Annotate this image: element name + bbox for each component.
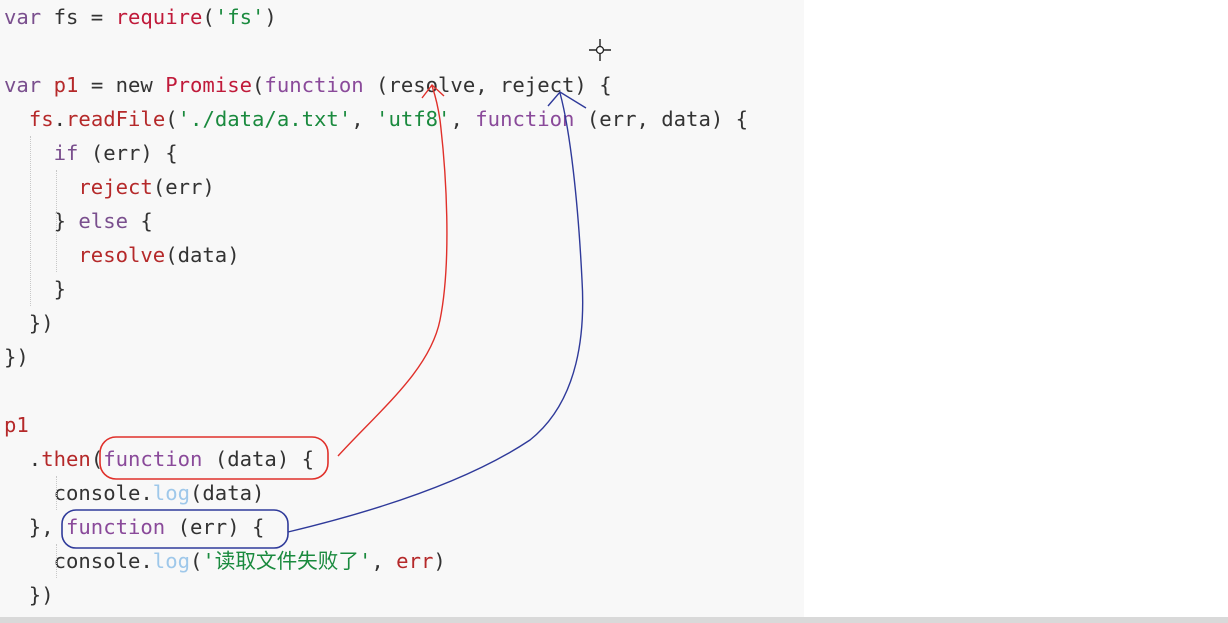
code-token: console. bbox=[4, 549, 153, 573]
code-editor[interactable]: var fs = require('fs') var p1 = new Prom… bbox=[0, 0, 804, 617]
code-line[interactable]: reject(err) bbox=[4, 170, 748, 204]
code-token: '读取文件失败了' bbox=[202, 549, 372, 573]
code-line[interactable]: console.log('读取文件失败了', err) bbox=[4, 544, 748, 578]
code-token: (err) bbox=[152, 175, 215, 199]
code-token: { bbox=[128, 209, 153, 233]
code-line[interactable] bbox=[4, 374, 748, 408]
indent-guide bbox=[30, 136, 31, 306]
code-token: else bbox=[78, 209, 129, 233]
code-token: ( bbox=[90, 447, 104, 471]
code-line[interactable]: .then(function (data) { bbox=[4, 442, 748, 476]
code-token: log bbox=[152, 549, 190, 573]
blank-area bbox=[804, 0, 1228, 617]
code-block[interactable]: var fs = require('fs') var p1 = new Prom… bbox=[4, 0, 748, 612]
code-token: then bbox=[41, 447, 91, 471]
code-line[interactable]: fs.readFile('./data/a.txt', 'utf8', func… bbox=[4, 102, 748, 136]
code-token: fs bbox=[28, 107, 54, 131]
code-line[interactable]: } bbox=[4, 272, 748, 306]
code-token: function bbox=[264, 73, 364, 97]
indent-guide bbox=[56, 170, 57, 272]
code-line[interactable]: var fs = require('fs') bbox=[4, 0, 748, 34]
code-token: readFile bbox=[66, 107, 166, 131]
code-token: }, bbox=[4, 515, 66, 539]
horizontal-scrollbar[interactable] bbox=[0, 617, 1228, 623]
code-line[interactable]: p1 bbox=[4, 408, 748, 442]
code-token: = new bbox=[78, 73, 166, 97]
code-token: ( bbox=[190, 549, 203, 573]
code-line[interactable]: if (err) { bbox=[4, 136, 748, 170]
code-token: if bbox=[53, 141, 79, 165]
code-token: (data) { bbox=[202, 447, 315, 471]
code-token: function bbox=[66, 515, 166, 539]
code-token: (resolve, reject) { bbox=[363, 73, 612, 97]
code-token: ( bbox=[202, 5, 215, 29]
code-token: (data) bbox=[190, 481, 265, 505]
code-token: (data) bbox=[165, 243, 240, 267]
code-line[interactable]: }, function (err) { bbox=[4, 510, 748, 544]
code-token: p1 bbox=[53, 73, 79, 97]
code-line[interactable]: }) bbox=[4, 306, 748, 340]
code-token: fs = bbox=[41, 5, 116, 29]
code-token: , bbox=[450, 107, 476, 131]
code-token: Promise bbox=[165, 73, 253, 97]
code-line[interactable] bbox=[4, 34, 748, 68]
indent-guide bbox=[56, 544, 57, 578]
code-token: . bbox=[4, 447, 42, 471]
code-token: }) bbox=[4, 345, 29, 369]
code-token: ( bbox=[165, 107, 178, 131]
code-token: (err) { bbox=[165, 515, 265, 539]
code-token: err bbox=[396, 549, 434, 573]
code-line[interactable]: var p1 = new Promise(function (resolve, … bbox=[4, 68, 748, 102]
code-token: function bbox=[475, 107, 575, 131]
code-token: . bbox=[53, 107, 67, 131]
code-token: var bbox=[4, 73, 42, 97]
indent-guide bbox=[56, 476, 57, 510]
code-token: } bbox=[4, 277, 66, 301]
code-token: ( bbox=[252, 73, 265, 97]
code-token: ) bbox=[433, 549, 446, 573]
code-token: p1 bbox=[4, 413, 29, 437]
code-line[interactable]: }) bbox=[4, 578, 748, 612]
code-token: console. bbox=[4, 481, 153, 505]
code-token: , bbox=[371, 549, 397, 573]
crosshair-cursor-icon bbox=[589, 39, 611, 61]
code-token: require bbox=[115, 5, 203, 29]
code-token: , bbox=[351, 107, 377, 131]
code-token: (err) { bbox=[78, 141, 178, 165]
code-token: function bbox=[103, 447, 203, 471]
code-token: 'fs' bbox=[214, 5, 265, 29]
code-token: var bbox=[4, 5, 42, 29]
code-token: 'utf8' bbox=[376, 107, 451, 131]
code-token: './data/a.txt' bbox=[177, 107, 352, 131]
code-token: reject bbox=[78, 175, 153, 199]
code-token: ) bbox=[264, 5, 277, 29]
code-line[interactable]: console.log(data) bbox=[4, 476, 748, 510]
code-token: }) bbox=[4, 311, 54, 335]
code-token: resolve bbox=[78, 243, 166, 267]
code-line[interactable]: }) bbox=[4, 340, 748, 374]
code-line[interactable]: } else { bbox=[4, 204, 748, 238]
code-token: }) bbox=[4, 583, 54, 607]
code-line[interactable]: resolve(data) bbox=[4, 238, 748, 272]
code-token: log bbox=[152, 481, 190, 505]
code-token: (err, data) { bbox=[574, 107, 749, 131]
code-token: } bbox=[4, 209, 79, 233]
